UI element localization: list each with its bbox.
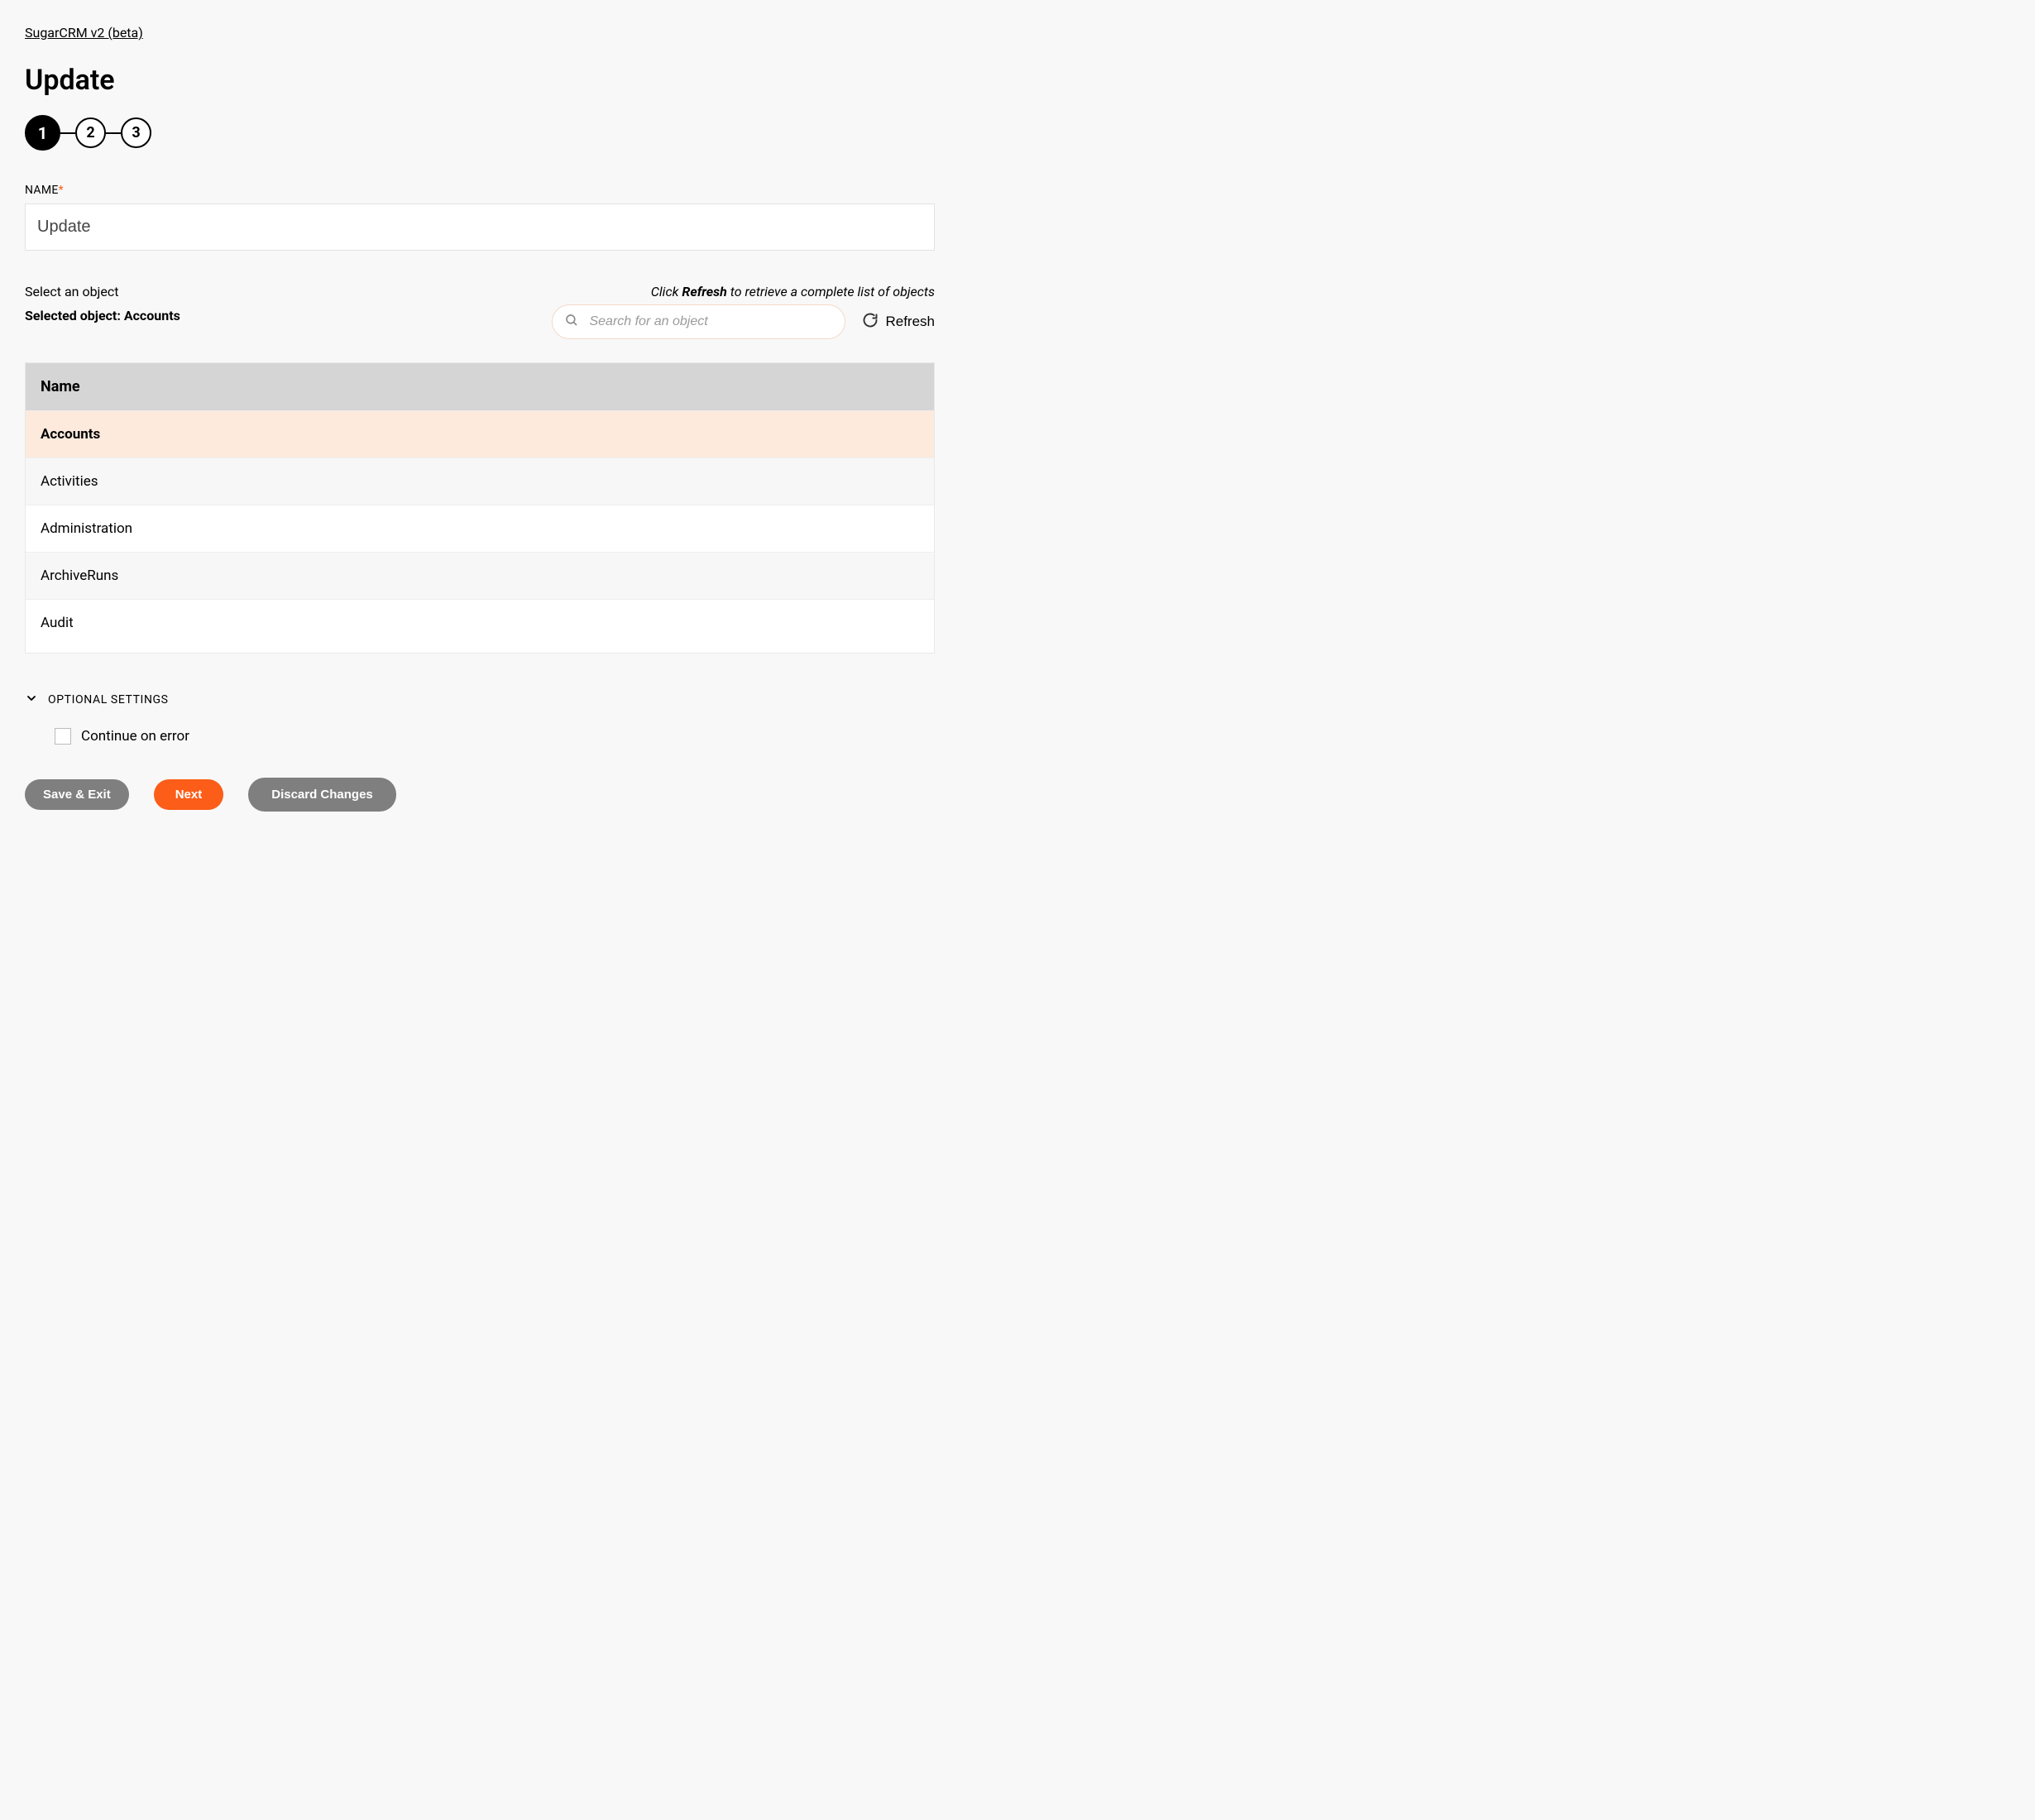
- table-header-name: Name: [26, 363, 934, 410]
- search-wrap: [552, 304, 845, 339]
- step-1[interactable]: 1: [25, 115, 60, 151]
- refresh-hint: Click Refresh to retrieve a complete lis…: [552, 284, 935, 299]
- discard-changes-button[interactable]: Discard Changes: [248, 778, 396, 812]
- refresh-button[interactable]: Refresh: [862, 312, 935, 333]
- continue-on-error-checkbox[interactable]: [55, 728, 71, 745]
- table-row[interactable]: Administration: [26, 505, 934, 552]
- stepper: 1 2 3: [25, 115, 935, 151]
- search-icon: [564, 313, 579, 331]
- hint-bold: Refresh: [682, 284, 726, 299]
- table-row[interactable]: Audit: [26, 599, 934, 646]
- refresh-label: Refresh: [885, 314, 935, 330]
- required-indicator: *: [59, 184, 64, 197]
- object-table: Name AccountsActivitiesAdministrationArc…: [25, 362, 935, 654]
- name-label-text: NAME: [25, 184, 59, 197]
- selected-prefix: Selected object:: [25, 308, 124, 323]
- selected-object-text: Selected object: Accounts: [25, 308, 180, 323]
- table-body[interactable]: AccountsActivitiesAdministrationArchiveR…: [26, 410, 934, 653]
- optional-settings-label: OPTIONAL SETTINGS: [48, 693, 169, 706]
- optional-settings-toggle[interactable]: OPTIONAL SETTINGS: [25, 692, 935, 708]
- continue-on-error-label: Continue on error: [81, 728, 189, 745]
- next-button[interactable]: Next: [154, 779, 224, 810]
- table-row[interactable]: Activities: [26, 457, 934, 505]
- step-3[interactable]: 3: [121, 117, 151, 148]
- name-field-label: NAME*: [25, 184, 935, 197]
- save-exit-button[interactable]: Save & Exit: [25, 779, 129, 810]
- select-object-label: Select an object: [25, 284, 180, 299]
- step-2[interactable]: 2: [75, 117, 106, 148]
- page-title: Update: [25, 64, 935, 97]
- step-connector: [60, 132, 75, 134]
- hint-suffix: to retrieve a complete list of objects: [727, 284, 935, 299]
- selected-value: Accounts: [124, 308, 180, 323]
- search-input[interactable]: [552, 304, 845, 339]
- table-row[interactable]: ArchiveRuns: [26, 552, 934, 599]
- breadcrumb[interactable]: SugarCRM v2 (beta): [25, 25, 143, 41]
- name-input[interactable]: [25, 204, 935, 251]
- step-connector: [106, 132, 121, 134]
- refresh-icon: [862, 312, 879, 333]
- table-row[interactable]: Accounts: [26, 410, 934, 457]
- chevron-down-icon: [25, 692, 38, 708]
- hint-prefix: Click: [651, 284, 682, 299]
